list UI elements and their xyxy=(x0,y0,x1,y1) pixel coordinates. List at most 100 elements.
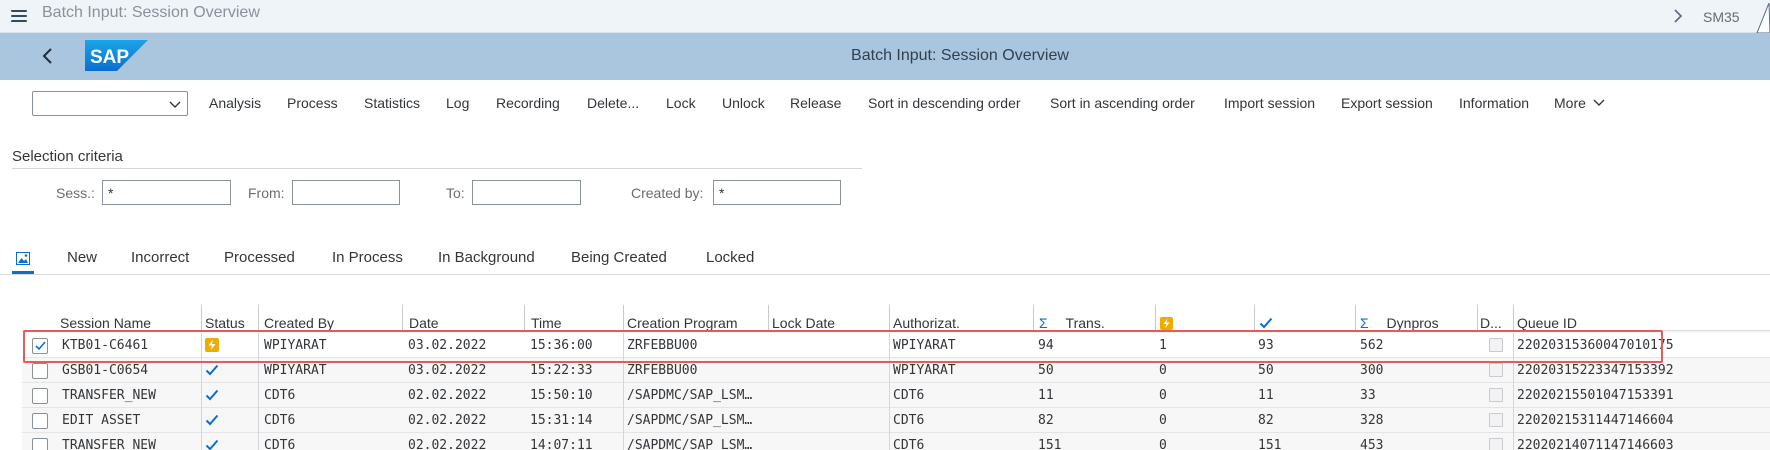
cell-errors: 0 xyxy=(1159,413,1167,428)
sort-descending-button[interactable]: Sort in descending order xyxy=(868,95,1021,111)
table-row[interactable]: EDIT ASSET CDT6 02.02.2022 15:31:14 /SAP… xyxy=(22,408,1770,433)
table-row[interactable]: TRANSFER_NEW CDT6 02.02.2022 15:50:10 /S… xyxy=(22,383,1770,408)
more-button[interactable]: More xyxy=(1554,95,1605,111)
header-created-by[interactable]: Created By xyxy=(258,305,403,331)
tab-in-process[interactable]: In Process xyxy=(332,249,403,266)
delete-button[interactable]: Delete... xyxy=(587,95,639,111)
header-trans[interactable]: Σ Trans. xyxy=(1033,305,1156,331)
cell-session-name: TRANSFER_NEW xyxy=(62,388,156,403)
chevron-right-icon[interactable] xyxy=(1671,8,1685,24)
header-queue-id[interactable]: Queue ID xyxy=(1513,305,1770,331)
export-session-button[interactable]: Export session xyxy=(1341,95,1433,111)
tab-all[interactable] xyxy=(12,252,34,274)
recording-button[interactable]: Recording xyxy=(496,95,560,111)
shell-bar: SAP Batch Input: Session Overview xyxy=(0,33,1770,80)
title-bar: Batch Input: Session Overview SM35 xyxy=(0,0,1770,33)
header-trans-label: Trans. xyxy=(1065,315,1105,331)
cell-time: 15:50:10 xyxy=(530,388,593,403)
cell-created-by: WPIYARAT xyxy=(258,358,402,383)
import-session-button[interactable]: Import session xyxy=(1224,95,1315,111)
cell-dynpros: 453 xyxy=(1360,438,1384,450)
to-label: To: xyxy=(446,185,465,201)
cell-processed: 151 xyxy=(1258,438,1282,450)
table-row[interactable]: TRANSFER_NEW CDT6 02.02.2022 14:07:11 /S… xyxy=(22,433,1770,450)
tab-incorrect[interactable]: Incorrect xyxy=(131,249,189,266)
chevron-down-icon xyxy=(169,101,181,108)
cell-errors: 0 xyxy=(1159,388,1167,403)
session-input[interactable] xyxy=(102,180,231,205)
tab-being-created[interactable]: Being Created xyxy=(571,249,667,266)
cell-trans: 151 xyxy=(1038,438,1062,450)
header-status[interactable]: Status xyxy=(201,305,259,331)
row-select-checkbox[interactable] xyxy=(32,438,48,450)
log-button[interactable]: Log xyxy=(446,95,469,111)
header-dynpros[interactable]: Σ Dynpros xyxy=(1355,305,1478,331)
cell-status xyxy=(201,358,258,383)
cell-status xyxy=(201,433,258,450)
cell-time: 14:07:11 xyxy=(530,438,593,450)
sort-ascending-button[interactable]: Sort in ascending order xyxy=(1050,95,1195,111)
header-dynpros-label: Dynpros xyxy=(1386,315,1439,331)
cell-session-name: GSB01-C0654 xyxy=(62,363,149,378)
from-date-input[interactable] xyxy=(292,180,400,205)
cell-d-checkbox xyxy=(1489,413,1503,427)
analysis-button[interactable]: Analysis xyxy=(209,95,261,111)
checkmark-icon xyxy=(1259,317,1273,329)
cell-creation-program: /SAPDMC/SAP_LSM… xyxy=(623,408,768,433)
hamburger-menu-icon[interactable] xyxy=(11,10,27,23)
lightning-error-icon xyxy=(205,338,219,352)
cell-queue-id: 22020215501047153391 xyxy=(1513,383,1770,408)
cell-creation-program: ZRFEBBU00 xyxy=(623,358,768,383)
cell-d-checkbox xyxy=(1489,338,1503,352)
to-date-input[interactable] xyxy=(472,180,581,205)
tab-new[interactable]: New xyxy=(67,249,97,266)
cell-processed: 82 xyxy=(1258,413,1274,428)
shell-title: Batch Input: Session Overview xyxy=(851,47,1069,64)
table-row[interactable]: KTB01-C6461 WPIYARAT 03.02.2022 15:36:00… xyxy=(22,333,1770,358)
status-tabs: New Incorrect Processed In Process In Ba… xyxy=(0,244,1770,275)
header-processed[interactable] xyxy=(1254,305,1356,331)
information-button[interactable]: Information xyxy=(1459,95,1529,111)
cell-queue-id: 22020214071147146603 xyxy=(1513,433,1770,450)
table-row[interactable]: GSB01-C0654 WPIYARAT 03.02.2022 15:22:33… xyxy=(22,358,1770,383)
lock-button[interactable]: Lock xyxy=(666,95,696,111)
cell-session-name: TRANSFER_NEW xyxy=(62,438,156,450)
process-button[interactable]: Process xyxy=(287,95,338,111)
tab-locked[interactable]: Locked xyxy=(706,249,754,266)
tab-processed[interactable]: Processed xyxy=(224,249,295,266)
cell-trans: 82 xyxy=(1038,413,1054,428)
toolbar-dropdown[interactable] xyxy=(32,91,188,116)
header-d[interactable]: D... xyxy=(1477,305,1514,331)
sum-icon: Σ xyxy=(1360,315,1369,331)
tab-in-background[interactable]: In Background xyxy=(438,249,535,266)
header-time[interactable]: Time xyxy=(524,305,624,331)
row-select-checkbox[interactable] xyxy=(32,388,48,404)
row-select-checkbox[interactable] xyxy=(32,363,48,379)
row-select-checkbox[interactable] xyxy=(32,338,48,354)
header-authorizat[interactable]: Authorizat. xyxy=(889,305,1035,331)
unlock-button[interactable]: Unlock xyxy=(722,95,765,111)
application-toolbar: Analysis Process Statistics Log Recordin… xyxy=(0,80,1770,127)
cell-authorizat: CDT6 xyxy=(889,383,1033,408)
cell-time: 15:36:00 xyxy=(530,338,593,353)
header-creation-program[interactable]: Creation Program xyxy=(623,305,769,331)
header-lock-date[interactable]: Lock Date xyxy=(768,305,890,331)
statistics-button[interactable]: Statistics xyxy=(364,95,420,111)
header-errors[interactable] xyxy=(1155,305,1255,331)
selection-criteria-title: Selection criteria xyxy=(12,148,123,165)
cell-lock-date xyxy=(771,358,889,383)
cell-date: 02.02.2022 xyxy=(408,388,487,403)
cell-trans: 94 xyxy=(1038,338,1054,353)
created-by-input[interactable] xyxy=(713,180,841,205)
session-table: Session Name Status Created By Date Time… xyxy=(22,305,1770,450)
cell-errors: 0 xyxy=(1159,363,1167,378)
cell-status xyxy=(201,383,258,408)
cell-lock-date xyxy=(771,433,889,450)
header-date[interactable]: Date xyxy=(402,305,525,331)
header-session-name[interactable]: Session Name xyxy=(60,305,223,331)
release-button[interactable]: Release xyxy=(790,95,841,111)
row-select-checkbox[interactable] xyxy=(32,413,48,429)
cell-created-by: CDT6 xyxy=(258,433,402,450)
created-by-label: Created by: xyxy=(631,185,704,201)
cell-date: 03.02.2022 xyxy=(408,363,487,378)
